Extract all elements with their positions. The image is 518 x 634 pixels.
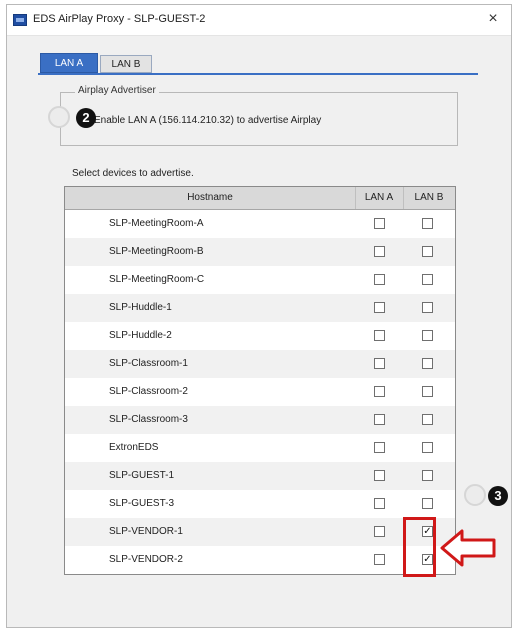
enable-lan-a-row[interactable]: Enable LAN A (156.114.210.32) to adverti…	[79, 113, 321, 126]
hostname-cell: SLP-GUEST-1	[109, 470, 175, 481]
hostname-cell: SLP-Classroom-2	[109, 386, 188, 397]
table-row: SLP-MeetingRoom-C	[65, 266, 455, 294]
lan-b-checkbox[interactable]	[422, 218, 433, 229]
callout-badge-3: 3	[488, 486, 508, 506]
left-arrow-icon	[440, 529, 496, 567]
lan-a-checkbox[interactable]	[374, 274, 385, 285]
lan-a-checkbox[interactable]	[374, 554, 385, 565]
callout-ghost-icon	[48, 106, 70, 128]
lan-a-checkbox[interactable]	[374, 358, 385, 369]
enable-lan-a-label: Enable LAN A (156.114.210.32) to adverti…	[94, 115, 322, 126]
table-row: SLP-Huddle-2	[65, 322, 455, 350]
device-table: Hostname LAN A LAN B SLP-MeetingRoom-A SL…	[64, 186, 456, 575]
table-row: SLP-VENDOR-2 ✓	[65, 546, 455, 574]
lan-b-checkbox[interactable]	[422, 246, 433, 257]
hostname-cell: SLP-Classroom-3	[109, 414, 188, 425]
lan-b-checkbox[interactable]	[422, 414, 433, 425]
hostname-cell: SLP-MeetingRoom-C	[109, 274, 205, 285]
app-icon	[13, 14, 27, 26]
hostname-cell: SLP-Classroom-1	[109, 358, 188, 369]
lan-a-checkbox[interactable]	[374, 330, 385, 341]
hostname-cell: SLP-MeetingRoom-B	[109, 246, 204, 257]
lan-a-checkbox[interactable]	[374, 386, 385, 397]
lan-a-checkbox[interactable]	[374, 442, 385, 453]
lan-a-checkbox[interactable]	[374, 302, 385, 313]
table-header: Hostname LAN A LAN B	[65, 187, 455, 210]
lan-b-checkbox[interactable]	[422, 302, 433, 313]
lan-a-checkbox[interactable]	[374, 470, 385, 481]
tab-underline	[38, 73, 478, 75]
close-button[interactable]: ×	[483, 9, 503, 29]
column-header-lan-a[interactable]: LAN A	[355, 187, 404, 209]
column-header-hostname[interactable]: Hostname	[65, 187, 356, 209]
window-title: EDS AirPlay Proxy - SLP-GUEST-2	[33, 13, 206, 25]
lan-a-checkbox[interactable]	[374, 414, 385, 425]
group-legend: Airplay Advertiser	[75, 85, 159, 96]
lan-b-checkbox[interactable]	[422, 386, 433, 397]
lan-b-checkbox[interactable]	[422, 274, 433, 285]
table-row: SLP-GUEST-3	[65, 490, 455, 518]
airplay-advertiser-group: Airplay Advertiser Enable LAN A (156.114…	[60, 85, 458, 146]
table-row: ExtronEDS	[65, 434, 455, 462]
tab-lan-b[interactable]: LAN B	[100, 55, 152, 73]
table-row: SLP-Classroom-2	[65, 378, 455, 406]
lan-a-checkbox[interactable]	[374, 218, 385, 229]
table-row: SLP-VENDOR-1 ✓	[65, 518, 455, 546]
hostname-cell: SLP-GUEST-3	[109, 498, 175, 509]
table-row: SLP-Classroom-1	[65, 350, 455, 378]
hostname-cell: SLP-VENDOR-2	[109, 554, 183, 565]
callout-badge-2: 2	[76, 108, 96, 128]
select-devices-label: Select devices to advertise.	[72, 168, 194, 179]
lan-b-checkbox[interactable]	[422, 330, 433, 341]
lan-b-checkbox[interactable]	[422, 470, 433, 481]
table-row: SLP-MeetingRoom-A	[65, 210, 455, 238]
hostname-cell: SLP-MeetingRoom-A	[109, 218, 204, 229]
tab-lan-a[interactable]: LAN A	[40, 53, 98, 73]
lan-a-checkbox[interactable]	[374, 526, 385, 537]
column-header-lan-b[interactable]: LAN B	[403, 187, 455, 209]
table-row: SLP-GUEST-1	[65, 462, 455, 490]
table-row: SLP-Huddle-1	[65, 294, 455, 322]
lan-a-checkbox[interactable]	[374, 246, 385, 257]
hostname-cell: SLP-VENDOR-1	[109, 526, 183, 537]
lan-b-checkbox[interactable]	[422, 498, 433, 509]
hostname-cell: ExtronEDS	[109, 442, 159, 453]
hostname-cell: SLP-Huddle-2	[109, 330, 172, 341]
lan-b-highlight-box	[403, 517, 436, 577]
callout-ghost-icon	[464, 484, 486, 506]
lan-b-checkbox[interactable]	[422, 358, 433, 369]
hostname-cell: SLP-Huddle-1	[109, 302, 172, 313]
title-bar: EDS AirPlay Proxy - SLP-GUEST-2 ×	[7, 5, 511, 36]
table-row: SLP-MeetingRoom-B	[65, 238, 455, 266]
lan-b-checkbox[interactable]	[422, 442, 433, 453]
lan-a-checkbox[interactable]	[374, 498, 385, 509]
table-row: SLP-Classroom-3	[65, 406, 455, 434]
